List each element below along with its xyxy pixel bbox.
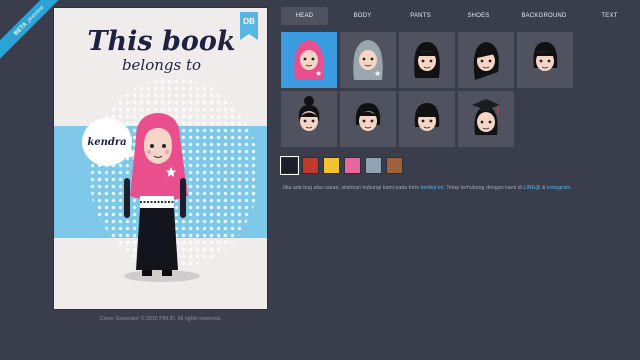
cover-preview: This book belongs to DB kendra xyxy=(53,7,268,310)
brand-badge-text: DB xyxy=(243,17,255,26)
head-option-side-hair[interactable] xyxy=(458,32,514,88)
note-prefix: Jika ada bug atau saran, silahkan hubung… xyxy=(282,185,421,191)
tab-text[interactable]: TEXT xyxy=(586,7,633,25)
color-swatches xyxy=(280,156,403,175)
short-hair-icon xyxy=(355,103,381,131)
head-options-grid: ★ ★ xyxy=(281,32,573,147)
cover-title: This book xyxy=(87,26,236,57)
tab-background[interactable]: BACKGROUND xyxy=(513,7,575,25)
instagram-link[interactable]: instagram xyxy=(547,185,570,191)
line-link[interactable]: LINE@ xyxy=(523,185,540,191)
swatch-brown[interactable] xyxy=(386,157,403,174)
character-figure xyxy=(124,113,188,276)
beta-label: BETA xyxy=(12,21,29,37)
svg-text:★: ★ xyxy=(315,69,322,78)
bob-hair-icon xyxy=(533,42,558,71)
child-name: kendra xyxy=(87,136,127,148)
long-hair-icon xyxy=(414,42,440,78)
copyright-footer: Cover Generator © 2016 PIN.ID. All right… xyxy=(99,316,222,322)
head-option-bun-hair[interactable] xyxy=(281,91,337,147)
tab-pants[interactable]: PANTS xyxy=(397,7,444,25)
graduation-cap-icon xyxy=(472,99,500,135)
bun-hair-icon xyxy=(298,96,320,131)
side-hair-icon xyxy=(473,42,499,80)
bangs-hair-icon xyxy=(414,103,440,131)
form-link[interactable]: berikut ini xyxy=(421,185,444,191)
head-option-bangs-hair[interactable] xyxy=(399,91,455,147)
cover-subtitle: belongs to xyxy=(121,56,202,74)
head-option-grey-hijab[interactable]: ★ xyxy=(340,32,396,88)
note-suffix: . xyxy=(570,185,572,191)
tab-head[interactable]: HEAD xyxy=(281,7,328,25)
head-option-bob-hair[interactable] xyxy=(517,32,573,88)
swatch-black[interactable] xyxy=(280,156,299,175)
grey-hijab-icon: ★ xyxy=(353,40,383,80)
head-option-long-hair[interactable] xyxy=(399,32,455,88)
feedback-note: Jika ada bug atau saran, silahkan hubung… xyxy=(282,185,572,191)
swatch-red[interactable] xyxy=(302,157,319,174)
note-middle: . Tetap terhubung dengan kami di xyxy=(443,185,524,191)
head-option-short-hair[interactable] xyxy=(340,91,396,147)
swatch-yellow[interactable] xyxy=(323,157,340,174)
tab-shoes[interactable]: SHOES xyxy=(455,7,502,25)
tab-body[interactable]: BODY xyxy=(339,7,386,25)
swatch-pink[interactable] xyxy=(344,157,361,174)
preview-label: preview xyxy=(26,4,46,24)
swatch-grey[interactable] xyxy=(365,157,382,174)
category-tabs: HEAD BODY PANTS SHOES BACKGROUND TEXT xyxy=(281,7,640,25)
head-option-pink-hijab[interactable]: ★ xyxy=(281,32,337,88)
head-option-graduation-cap[interactable] xyxy=(458,91,514,147)
svg-text:★: ★ xyxy=(374,69,381,78)
brand-badge: DB xyxy=(240,12,258,40)
pink-hijab-icon: ★ xyxy=(294,40,324,80)
